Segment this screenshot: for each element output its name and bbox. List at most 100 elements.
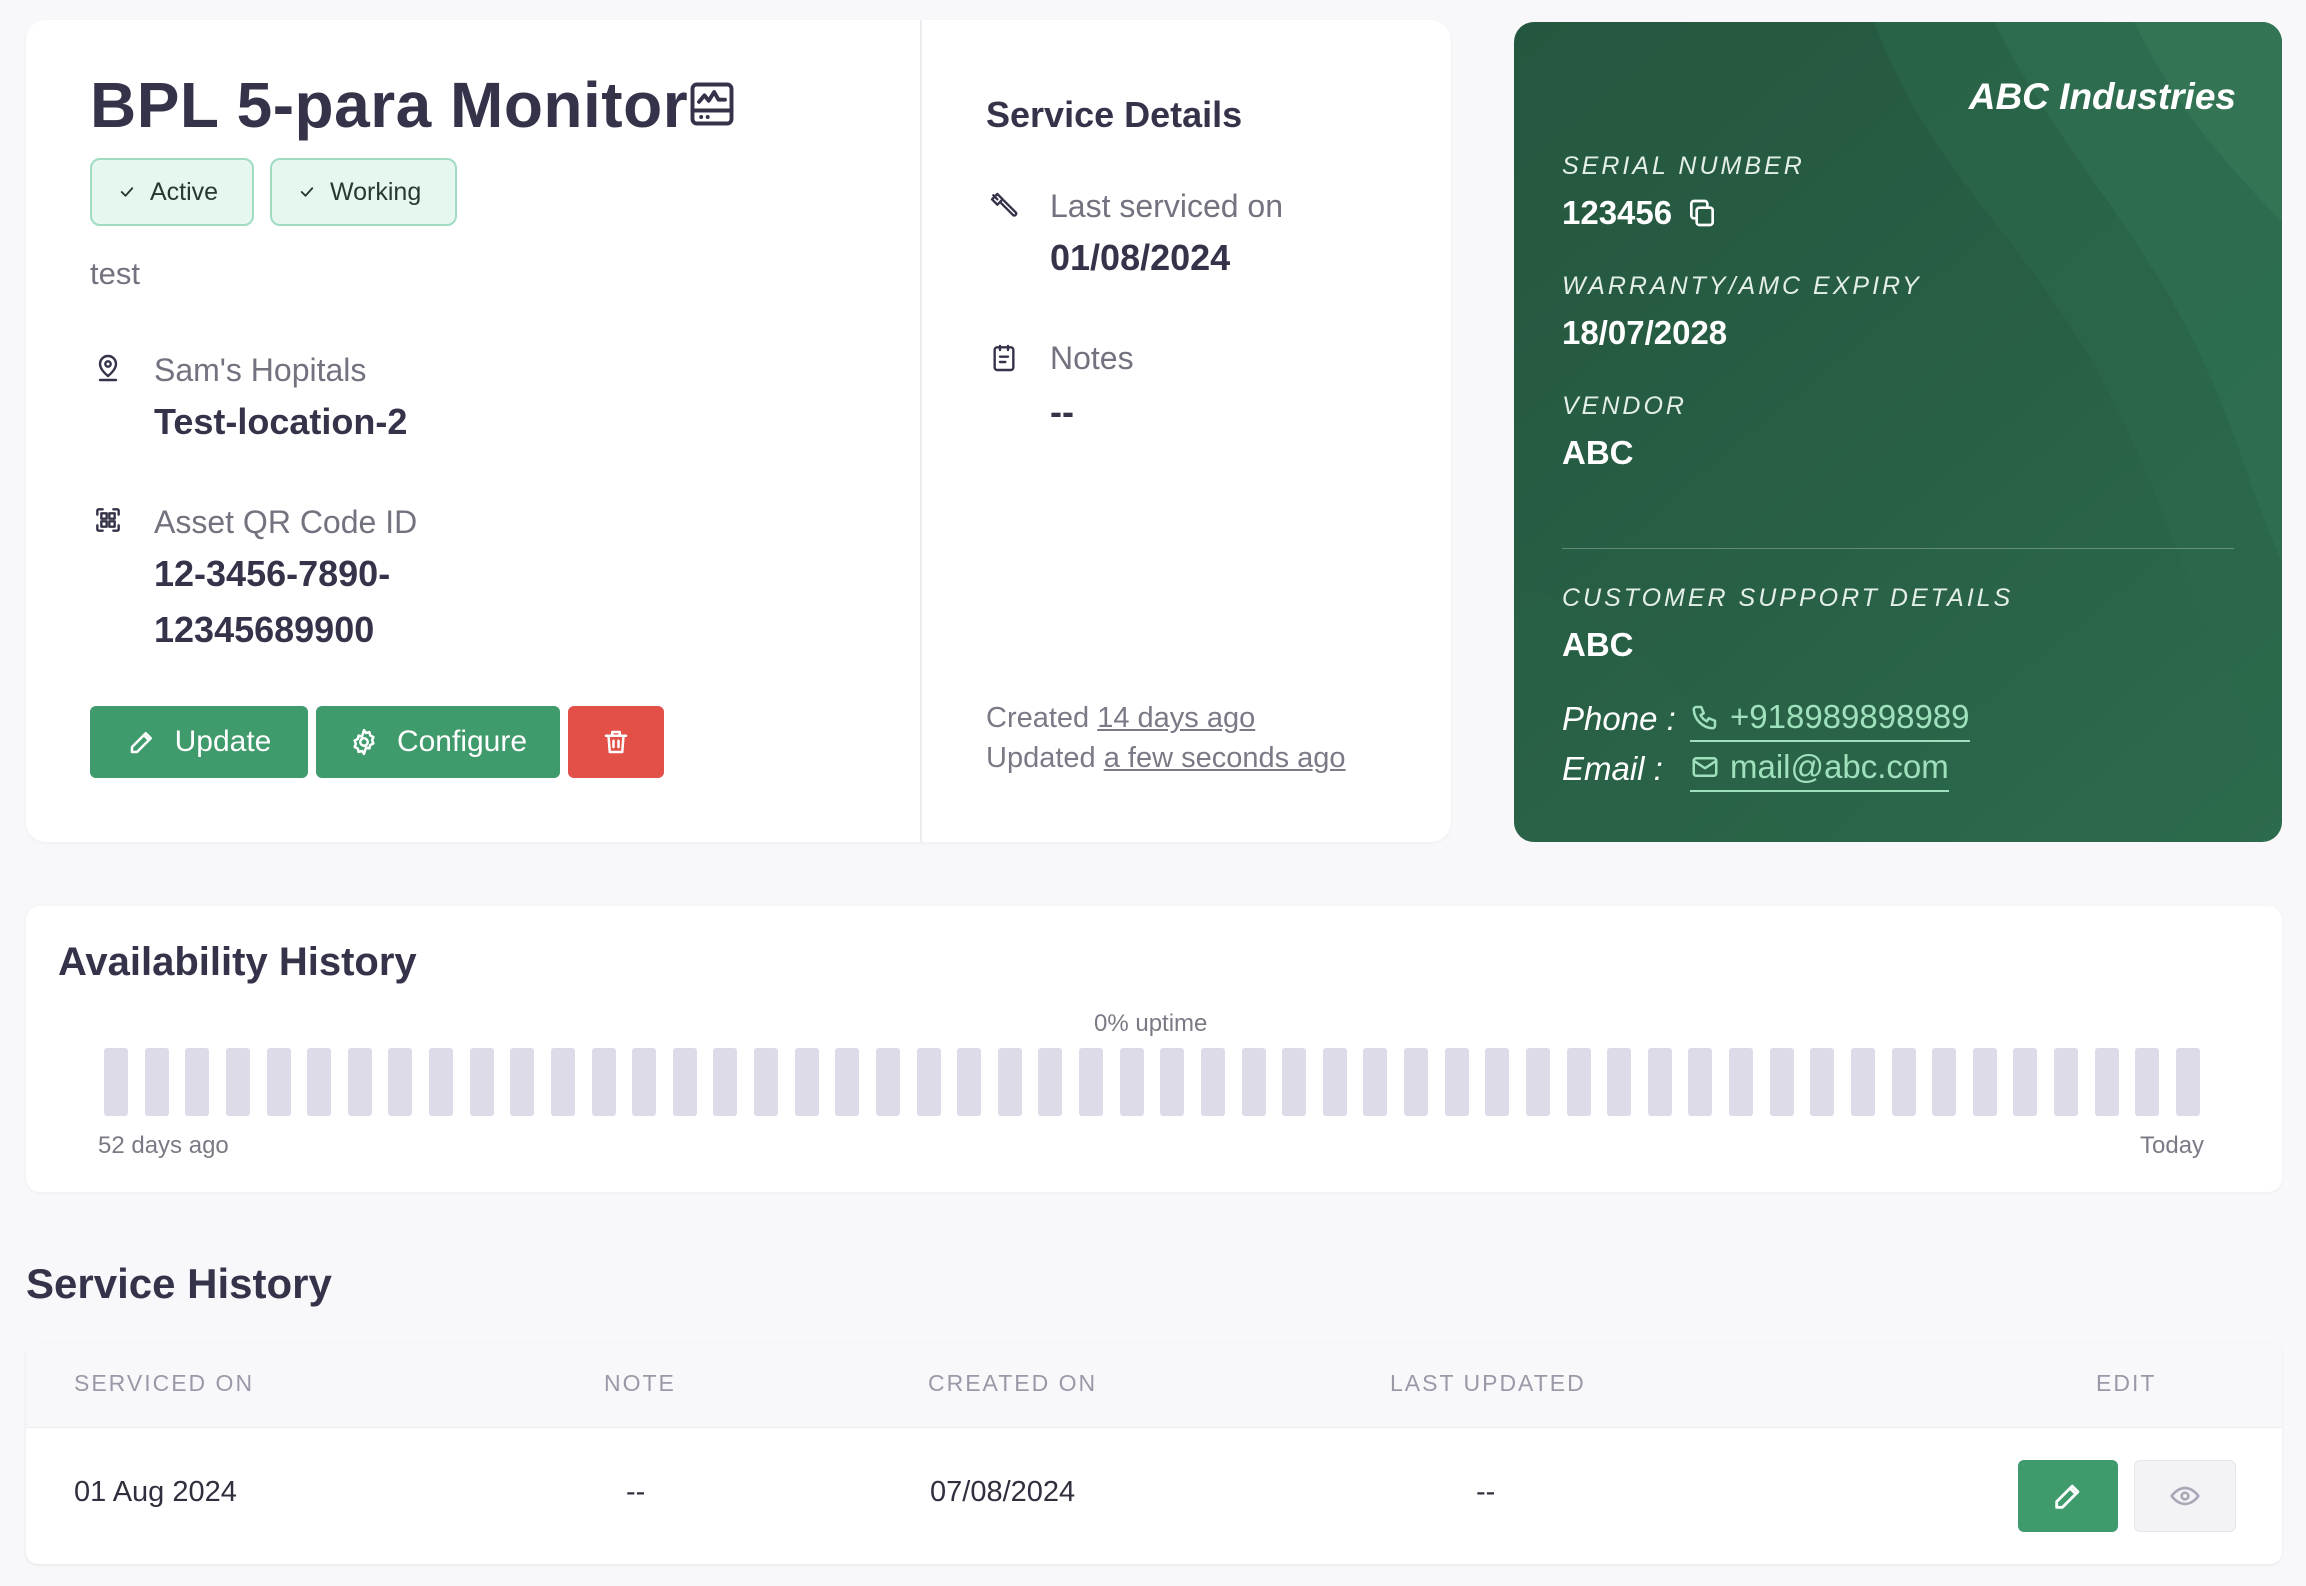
uptime-bar[interactable] <box>470 1048 494 1116</box>
uptime-bar[interactable] <box>307 1048 331 1116</box>
row-view-button[interactable] <box>2134 1460 2236 1532</box>
email-link[interactable]: mail@abc.com <box>1690 748 1949 792</box>
uptime-bar[interactable] <box>957 1048 981 1116</box>
uptime-bar[interactable] <box>551 1048 575 1116</box>
support-label: CUSTOMER SUPPORT DETAILS <box>1562 584 2014 612</box>
qr-code-icon <box>96 508 120 532</box>
service-details-title: Service Details <box>986 94 1243 135</box>
uptime-bar[interactable] <box>1282 1048 1306 1116</box>
uptime-bar[interactable] <box>1851 1048 1875 1116</box>
uptime-bar[interactable] <box>145 1048 169 1116</box>
serial-number-value: 123456 <box>1562 194 1673 231</box>
uptime-bar[interactable] <box>1729 1048 1753 1116</box>
uptime-axis-end: Today <box>2140 1132 2205 1159</box>
created-meta: Created 14 days ago <box>986 702 1255 735</box>
created-link[interactable]: 14 days ago <box>1097 702 1255 734</box>
location-pin-icon <box>98 354 118 382</box>
vendor-value: ABC <box>1562 434 1634 471</box>
update-button[interactable]: Update <box>90 706 308 778</box>
uptime-bar[interactable] <box>1526 1048 1550 1116</box>
uptime-bar[interactable] <box>2135 1048 2159 1116</box>
uptime-bar[interactable] <box>1242 1048 1266 1116</box>
uptime-bar[interactable] <box>713 1048 737 1116</box>
uptime-bar[interactable] <box>835 1048 859 1116</box>
cell-last-updated: -- <box>1476 1476 1496 1508</box>
uptime-bar[interactable] <box>1201 1048 1225 1116</box>
column-header-edit: EDIT <box>2096 1370 2157 1396</box>
pencil-icon <box>130 732 152 754</box>
notes-value: -- <box>1050 391 1074 432</box>
uptime-bar[interactable] <box>1323 1048 1347 1116</box>
uptime-bar[interactable] <box>917 1048 941 1116</box>
eye-icon <box>2170 1486 2200 1506</box>
uptime-bar[interactable] <box>226 1048 250 1116</box>
uptime-bar[interactable] <box>1160 1048 1184 1116</box>
serial-number: 123456 <box>1562 194 1718 232</box>
uptime-bar[interactable] <box>1038 1048 1062 1116</box>
uptime-bar[interactable] <box>2013 1048 2037 1116</box>
uptime-bar[interactable] <box>673 1048 697 1116</box>
serial-number-label: SERIAL NUMBER <box>1562 152 1805 180</box>
uptime-bar[interactable] <box>267 1048 291 1116</box>
uptime-bar[interactable] <box>1445 1048 1469 1116</box>
uptime-bar[interactable] <box>2054 1048 2078 1116</box>
gear-icon <box>353 728 375 756</box>
cell-serviced-on: 01 Aug 2024 <box>74 1476 237 1508</box>
uptime-bar[interactable] <box>1688 1048 1712 1116</box>
delete-button[interactable] <box>568 706 664 778</box>
updated-link[interactable]: a few seconds ago <box>1104 742 1346 774</box>
configure-button[interactable]: Configure <box>316 706 560 778</box>
uptime-bar[interactable] <box>104 1048 128 1116</box>
uptime-bar[interactable] <box>1485 1048 1509 1116</box>
wrench-icon <box>990 192 1018 217</box>
email-label: Email : <box>1562 750 1663 787</box>
qr-value-line2: 12345689900 <box>154 609 375 650</box>
uptime-bar[interactable] <box>1648 1048 1672 1116</box>
uptime-bar[interactable] <box>592 1048 616 1116</box>
vendor-separator <box>1562 548 2234 549</box>
uptime-bar[interactable] <box>632 1048 656 1116</box>
notes-icon <box>993 344 1015 372</box>
uptime-bar[interactable] <box>429 1048 453 1116</box>
configure-label: Configure <box>396 725 528 758</box>
uptime-bar[interactable] <box>1770 1048 1794 1116</box>
uptime-bar[interactable] <box>2176 1048 2200 1116</box>
monitor-icon <box>690 82 734 126</box>
uptime-bar[interactable] <box>348 1048 372 1116</box>
asset-description: test <box>90 256 140 291</box>
vendor-label: VENDOR <box>1562 392 1687 420</box>
uptime-bar[interactable] <box>1810 1048 1834 1116</box>
uptime-bar[interactable] <box>876 1048 900 1116</box>
qr-label: Asset QR Code ID <box>154 504 418 540</box>
uptime-bar[interactable] <box>2095 1048 2119 1116</box>
email-value: mail@abc.com <box>1730 748 1949 785</box>
uptime-bar[interactable] <box>1973 1048 1997 1116</box>
uptime-bar[interactable] <box>795 1048 819 1116</box>
asset-title: BPL 5-para Monitor <box>90 69 689 141</box>
uptime-bar[interactable] <box>1607 1048 1631 1116</box>
phone-link[interactable]: +918989898989 <box>1690 698 1970 742</box>
row-edit-button[interactable] <box>2018 1460 2118 1532</box>
column-header-created-on: CREATED ON <box>928 1370 1098 1396</box>
uptime-bar[interactable] <box>754 1048 778 1116</box>
uptime-bar[interactable] <box>1120 1048 1144 1116</box>
uptime-axis-start: 52 days ago <box>98 1132 229 1159</box>
copy-icon[interactable] <box>1686 197 1718 229</box>
check-icon <box>300 187 314 197</box>
uptime-bar[interactable] <box>1363 1048 1387 1116</box>
uptime-bar[interactable] <box>1567 1048 1591 1116</box>
uptime-bar[interactable] <box>510 1048 534 1116</box>
uptime-bar[interactable] <box>1404 1048 1428 1116</box>
uptime-text: 0% uptime <box>1094 1010 1208 1037</box>
uptime-bar[interactable] <box>1079 1048 1103 1116</box>
uptime-bars <box>104 1048 2204 1116</box>
uptime-bar[interactable] <box>998 1048 1022 1116</box>
uptime-bar[interactable] <box>185 1048 209 1116</box>
uptime-bar[interactable] <box>388 1048 412 1116</box>
location-value: Test-location-2 <box>154 401 408 442</box>
uptime-bar[interactable] <box>1932 1048 1956 1116</box>
uptime-bar[interactable] <box>1892 1048 1916 1116</box>
trash-icon <box>604 730 628 754</box>
check-icon <box>120 187 134 197</box>
column-header-note: NOTE <box>604 1370 676 1396</box>
